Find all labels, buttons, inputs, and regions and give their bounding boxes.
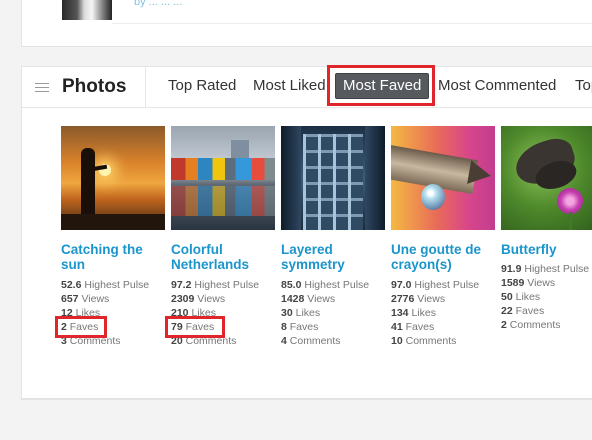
drag-handle-icon[interactable]: [35, 83, 49, 92]
tab-top[interactable]: Top: [575, 77, 592, 94]
divider: [112, 23, 592, 24]
photo-thumbnail[interactable]: [501, 126, 592, 230]
tab-most-liked[interactable]: Most Liked: [253, 77, 326, 94]
photo-thumbnail[interactable]: [391, 126, 495, 230]
photo-title[interactable]: Catching the sun: [61, 242, 166, 274]
tab-most-commented[interactable]: Most Commented: [438, 77, 556, 94]
user-link[interactable]: by ... ... ...: [134, 0, 182, 8]
photo-card: Colorful Netherlands 97.2 Highest Pulse …: [171, 126, 276, 348]
tab-top-rated[interactable]: Top Rated: [168, 77, 236, 94]
photo-card: Catching the sun 52.6 Highest Pulse 657 …: [61, 126, 166, 348]
photo-thumbnail[interactable]: [281, 126, 385, 230]
divider: [21, 398, 592, 399]
photo-thumbnail[interactable]: [61, 126, 165, 230]
panel-title: Photos: [62, 76, 127, 97]
highlight-active-tab: [327, 65, 435, 106]
photo-title[interactable]: Une goutte de crayon(s): [391, 242, 496, 274]
highlight-faves: [165, 316, 225, 338]
photo-card: Butterfly 91.9 Highest Pulse 1589 Views …: [501, 126, 592, 332]
photo-thumbnail[interactable]: [171, 126, 275, 230]
panel-header: Photos Top Rated Most Liked Most Faved M…: [22, 67, 592, 108]
photo-title[interactable]: Layered symmetry: [281, 242, 386, 274]
photo-stats: 85.0 Highest Pulse 1428 Views 30 Likes 8…: [281, 279, 370, 347]
photo-stats: 91.9 Highest Pulse 1589 Views 50 Likes 2…: [501, 263, 590, 331]
photo-stats: 97.0 Highest Pulse 2776 Views 134 Likes …: [391, 279, 480, 347]
user-avatar[interactable]: [62, 0, 112, 20]
photo-card: Layered symmetry 85.0 Highest Pulse 1428…: [281, 126, 386, 348]
photo-title[interactable]: Colorful Netherlands: [171, 242, 276, 274]
photo-title[interactable]: Butterfly: [501, 242, 592, 258]
highlight-faves: [55, 316, 107, 338]
previous-card: by ... ... ...: [21, 0, 592, 47]
header-divider: [145, 67, 146, 107]
photo-card: Une goutte de crayon(s) 97.0 Highest Pul…: [391, 126, 496, 348]
